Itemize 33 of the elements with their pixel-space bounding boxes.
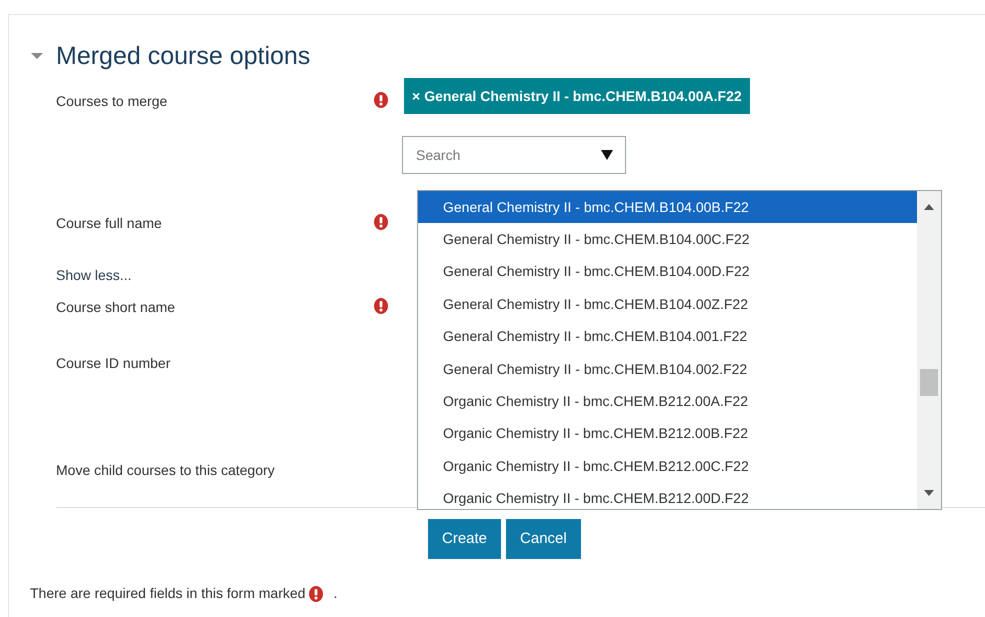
course-option[interactable]: General Chemistry II - bmc.CHEM.B104.00C.F22 (418, 223, 917, 256)
scrollbar[interactable] (917, 191, 941, 509)
course-option[interactable]: Organic Chemistry II - bmc.CHEM.B212.00B.F22 (418, 418, 917, 450)
section-title: Merged course options (56, 44, 310, 68)
required-icon (309, 586, 324, 602)
show-less-link[interactable]: Show less... (56, 267, 132, 283)
course-option[interactable]: Organic Chemistry II - bmc.CHEM.B212.00C.F22 (418, 450, 917, 483)
collapse-caret-icon[interactable] (30, 52, 44, 60)
field-label: Course short name (56, 299, 176, 315)
course-option[interactable]: General Chemistry II - bmc.CHEM.B104.001.F22 (418, 320, 917, 353)
field-label: Courses to merge (56, 93, 168, 109)
dropdown-arrow-icon[interactable] (601, 149, 613, 161)
search-field[interactable]: Search (402, 136, 626, 174)
required-icon (374, 214, 388, 230)
field-label: Course ID number (56, 355, 170, 371)
required-fields-note: There are required fields in this form marked (30, 584, 306, 603)
create-button[interactable]: Create (428, 519, 502, 559)
field-label: Course full name (56, 215, 162, 231)
course-option[interactable]: General Chemistry II - bmc.CHEM.B104.00Z.F22 (418, 288, 917, 321)
required-icon (374, 298, 388, 314)
field-label: Move child courses to this category (56, 462, 275, 478)
scrollbar-thumb[interactable] (920, 369, 938, 396)
note-period: . (333, 584, 338, 603)
selected-course-chip[interactable]: × General Chemistry II - bmc.CHEM.B104.00A.F22 (404, 78, 750, 114)
course-option[interactable]: Organic Chemistry II - bmc.CHEM.B212.00A.F22 (418, 385, 917, 418)
cancel-button[interactable]: Cancel (506, 519, 581, 559)
scroll-down-icon[interactable] (924, 490, 934, 496)
course-option[interactable]: General Chemistry II - bmc.CHEM.B104.002.F22 (418, 352, 917, 386)
scroll-up-icon[interactable] (924, 204, 934, 210)
required-icon (374, 92, 388, 108)
course-option[interactable]: General Chemistry II - bmc.CHEM.B104.00B.F22 (418, 191, 917, 224)
course-option[interactable]: General Chemistry II - bmc.CHEM.B104.00D.F22 (418, 256, 917, 288)
course-option[interactable]: Organic Chemistry II - bmc.CHEM.B212.00D.F22 (418, 482, 917, 509)
